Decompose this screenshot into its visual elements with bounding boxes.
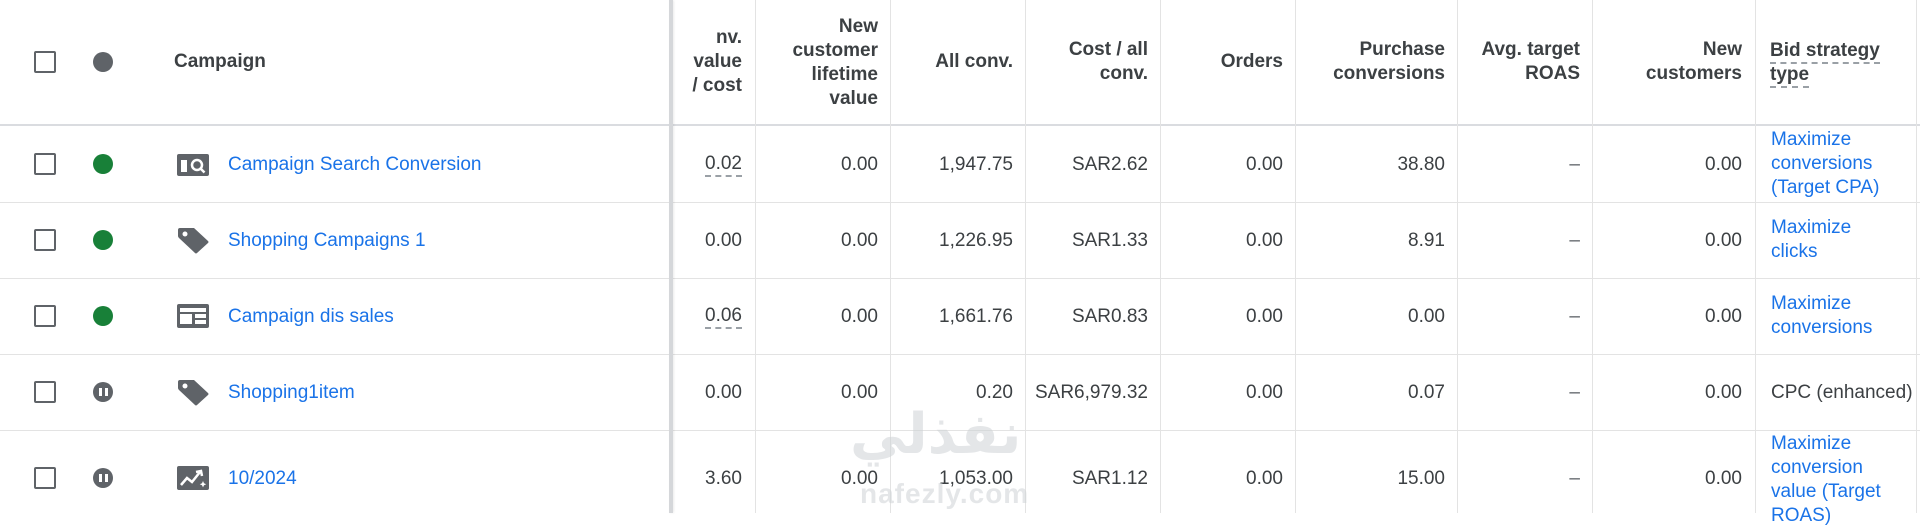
select-all-checkbox[interactable] bbox=[34, 51, 56, 73]
campaign-name-link[interactable]: Shopping Campaigns 1 bbox=[228, 226, 426, 256]
column-divider bbox=[1755, 0, 1756, 513]
bid-strategy-link[interactable]: Maximize conversions (Target CPA) bbox=[1771, 128, 1879, 200]
purchase-conversions-cell: 38.80 bbox=[1397, 154, 1445, 175]
column-divider bbox=[1025, 0, 1026, 513]
performance-max-icon bbox=[177, 466, 209, 490]
orders-cell: 0.00 bbox=[1246, 230, 1283, 251]
new-customers-cell: 0.00 bbox=[1705, 382, 1742, 403]
new-customers-cell: 0.00 bbox=[1705, 230, 1742, 251]
nclv-cell: 0.00 bbox=[841, 382, 878, 403]
display-campaign-icon bbox=[177, 304, 209, 328]
row-checkbox[interactable] bbox=[34, 467, 56, 489]
header-new-customer-lifetime-value[interactable]: New customer lifetime value bbox=[758, 14, 878, 112]
nclv-cell: 0.00 bbox=[841, 468, 878, 489]
conv-value-cost-cell: 0.06 bbox=[672, 302, 742, 332]
avg-target-roas-cell: – bbox=[1569, 230, 1580, 251]
row-checkbox[interactable] bbox=[34, 229, 56, 251]
status-enabled-icon[interactable] bbox=[93, 154, 113, 174]
cost-all-conv-cell: SAR1.12 bbox=[1071, 468, 1148, 489]
row-checkbox[interactable] bbox=[34, 153, 56, 175]
header-all-conv[interactable]: All conv. bbox=[893, 38, 1013, 86]
column-divider bbox=[1160, 0, 1161, 513]
row-divider bbox=[0, 278, 1920, 279]
new-customers-cell: 0.00 bbox=[1705, 154, 1742, 175]
header-new-customers[interactable]: New customers bbox=[1595, 38, 1742, 86]
search-campaign-icon bbox=[177, 154, 209, 176]
header-cost-all-conv[interactable]: Cost / all conv. bbox=[1028, 38, 1148, 86]
orders-cell: 0.00 bbox=[1246, 306, 1283, 327]
orders-cell: 0.00 bbox=[1246, 468, 1283, 489]
conv-value-cost-cell: 0.00 bbox=[705, 382, 742, 403]
status-paused-icon[interactable] bbox=[93, 382, 113, 402]
column-divider bbox=[1916, 0, 1917, 513]
column-divider bbox=[1592, 0, 1593, 513]
status-paused-icon[interactable] bbox=[93, 468, 113, 488]
conv-value-cost-cell: 0.02 bbox=[672, 150, 742, 180]
row-checkbox[interactable] bbox=[34, 305, 56, 327]
avg-target-roas-cell: – bbox=[1569, 154, 1580, 175]
shopping-tag-icon bbox=[178, 228, 209, 254]
row-divider bbox=[0, 202, 1920, 203]
row-checkbox[interactable] bbox=[34, 381, 56, 403]
orders-cell: 0.00 bbox=[1246, 382, 1283, 403]
all-conv-cell: 1,661.76 bbox=[939, 306, 1013, 327]
all-conv-cell: 1,053.00 bbox=[939, 468, 1013, 489]
campaign-name-link[interactable]: Shopping1item bbox=[228, 378, 355, 408]
header-orders[interactable]: Orders bbox=[1163, 38, 1283, 86]
all-conv-cell: 1,947.75 bbox=[939, 154, 1013, 175]
all-conv-cell: 1,226.95 bbox=[939, 230, 1013, 251]
header-bid-strategy-type[interactable]: Bid strategy type bbox=[1770, 38, 1910, 90]
header-conv-value-cost[interactable]: nv. value / cost bbox=[672, 26, 742, 98]
header-avg-target-roas[interactable]: Avg. target ROAS bbox=[1460, 38, 1580, 86]
conv-value-cost-cell: 0.00 bbox=[705, 230, 742, 251]
status-enabled-icon[interactable] bbox=[93, 306, 113, 326]
column-divider bbox=[1295, 0, 1296, 513]
column-divider bbox=[890, 0, 891, 513]
cost-all-conv-cell: SAR1.33 bbox=[1071, 230, 1148, 251]
nclv-cell: 0.00 bbox=[841, 154, 878, 175]
purchase-conversions-cell: 0.00 bbox=[1408, 306, 1445, 327]
cost-all-conv-cell: SAR6,979.32 bbox=[1034, 382, 1148, 403]
bid-strategy-text: CPC (enhanced) bbox=[1771, 382, 1913, 403]
campaign-name-link[interactable]: 10/2024 bbox=[228, 464, 297, 494]
avg-target-roas-cell: – bbox=[1569, 468, 1580, 489]
campaign-name-link[interactable]: Campaign Search Conversion bbox=[228, 150, 481, 180]
bid-strategy-link[interactable]: Maximize clicks bbox=[1771, 216, 1851, 264]
column-divider bbox=[755, 0, 756, 513]
new-customers-cell: 0.00 bbox=[1705, 468, 1742, 489]
avg-target-roas-cell: – bbox=[1569, 382, 1580, 403]
all-conv-cell: 0.20 bbox=[976, 382, 1013, 403]
orders-cell: 0.00 bbox=[1246, 154, 1283, 175]
shopping-tag-icon bbox=[178, 380, 209, 406]
status-header-icon[interactable] bbox=[93, 52, 113, 72]
avg-target-roas-cell: – bbox=[1569, 306, 1580, 327]
header-divider bbox=[0, 124, 1920, 126]
purchase-conversions-cell: 8.91 bbox=[1408, 230, 1445, 251]
cost-all-conv-cell: SAR0.83 bbox=[1071, 306, 1148, 327]
campaign-name-link[interactable]: Campaign dis sales bbox=[228, 302, 394, 332]
new-customers-cell: 0.00 bbox=[1705, 306, 1742, 327]
nclv-cell: 0.00 bbox=[841, 230, 878, 251]
bid-strategy-link[interactable]: Maximize conversions bbox=[1771, 292, 1872, 340]
purchase-conversions-cell: 15.00 bbox=[1397, 468, 1445, 489]
column-divider bbox=[1457, 0, 1458, 513]
bid-strategy-link[interactable]: Maximize conversion value (Target ROAS) bbox=[1771, 432, 1881, 528]
purchase-conversions-cell: 0.07 bbox=[1408, 382, 1445, 403]
cost-all-conv-cell: SAR2.62 bbox=[1071, 154, 1148, 175]
row-divider bbox=[0, 354, 1920, 355]
header-purchase-conversions[interactable]: Purchase conversions bbox=[1298, 38, 1445, 86]
nclv-cell: 0.00 bbox=[841, 306, 878, 327]
header-campaign[interactable]: Campaign bbox=[174, 38, 266, 86]
status-enabled-icon[interactable] bbox=[93, 230, 113, 250]
conv-value-cost-cell: 3.60 bbox=[705, 468, 742, 489]
row-divider bbox=[0, 430, 1920, 431]
